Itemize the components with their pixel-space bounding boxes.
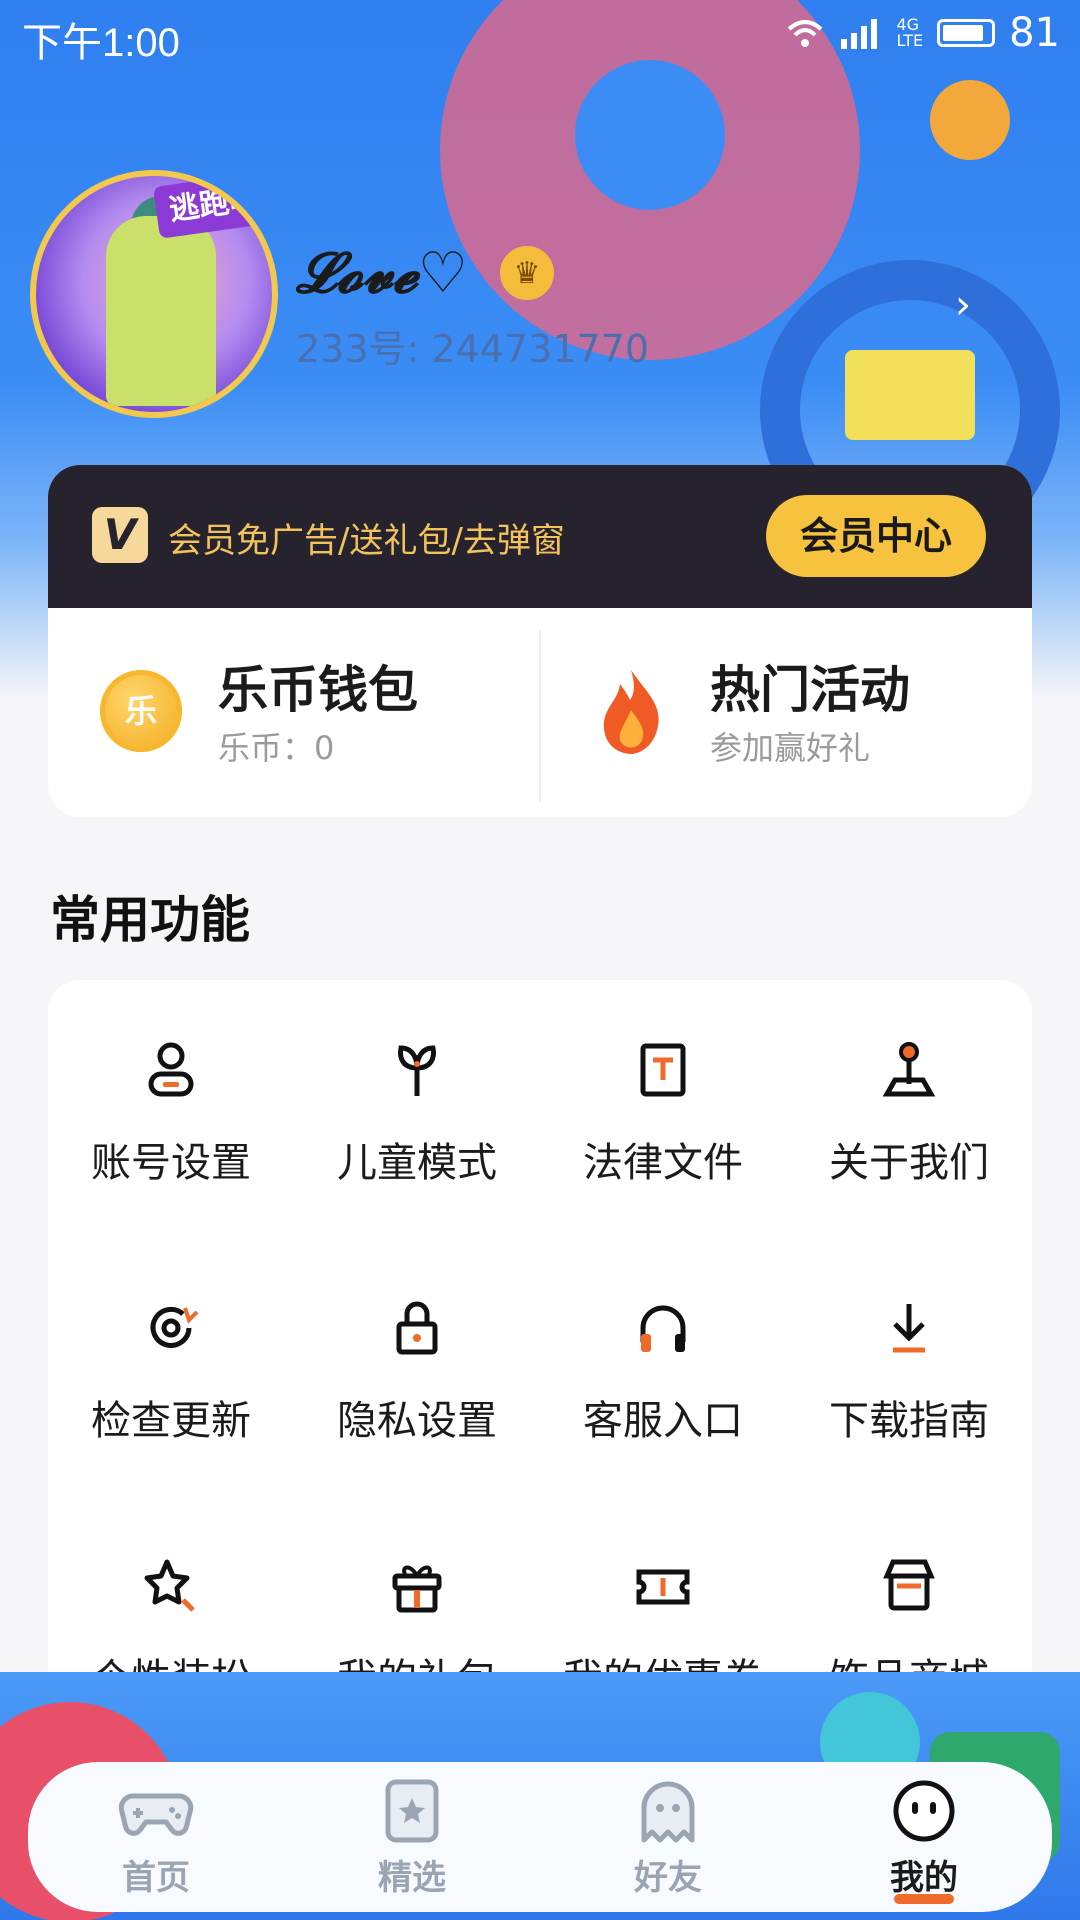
function-label: 检查更新: [91, 1398, 251, 1444]
function-legal-docs[interactable]: 法律文件: [540, 1020, 786, 1278]
star-bookmark-icon: [385, 1779, 439, 1843]
status-icons: 4G LTE 81: [785, 10, 1060, 56]
refresh-icon: [150, 1306, 199, 1348]
star-icon: [144, 1559, 195, 1612]
wallet-title: 乐币钱包: [218, 661, 418, 719]
wallet-balance: 乐币：0: [218, 729, 335, 767]
ghost-icon: [641, 1781, 695, 1843]
vip-bar[interactable]: V 会员免广告/送礼包/去弹窗 会员中心: [48, 465, 1032, 608]
activity-title: 热门活动: [710, 661, 910, 719]
ticket-icon: [636, 1569, 690, 1605]
signal-icon: [840, 19, 877, 49]
lte-icon: 4G LTE: [896, 15, 924, 50]
activity-entry[interactable]: 热门活动 参加赢好礼: [540, 608, 1032, 817]
battery-icon: [937, 19, 996, 47]
battery-level: 81: [1009, 10, 1060, 56]
functions-card: 账号设置 儿童模式 法律文件 关于我们 检查更新 隐私设置 客服入口 下载指南: [48, 980, 1032, 1740]
tab-label: 首页: [122, 1858, 190, 1898]
vip-center-button[interactable]: 会员中心: [766, 495, 986, 577]
smiley-icon: [893, 1780, 955, 1842]
section-title: 常用功能: [50, 891, 250, 949]
flame-icon: [603, 670, 659, 754]
donut-hole-decoration: [575, 60, 725, 210]
gift-icon: [392, 1565, 442, 1613]
tab-friends[interactable]: 好友: [540, 1762, 796, 1912]
bottom-tab-bar: 首页 精选 好友 我的: [28, 1762, 1052, 1912]
user-icon: [148, 1042, 194, 1097]
vip-logo-icon: V: [92, 507, 148, 563]
function-kids-mode[interactable]: 儿童模式: [294, 1020, 540, 1278]
avatar-figure: [106, 216, 216, 406]
wallet-entry[interactable]: 乐 乐币钱包 乐币：0: [48, 608, 540, 817]
functions-grid: 账号设置 儿童模式 法律文件 关于我们 检查更新 隐私设置 客服入口 下载指南: [48, 1020, 1032, 1740]
function-account-settings[interactable]: 账号设置: [48, 1020, 294, 1278]
tab-home[interactable]: 首页: [28, 1762, 284, 1912]
function-label: 账号设置: [91, 1140, 251, 1186]
function-privacy[interactable]: 隐私设置: [294, 1278, 540, 1536]
headphones-icon: [640, 1305, 686, 1352]
function-label: 客服入口: [583, 1398, 743, 1444]
download-icon: [893, 1304, 925, 1353]
status-bar: 下午1:00 4G LTE 81: [0, 0, 1080, 66]
tab-featured[interactable]: 精选: [284, 1762, 540, 1912]
tab-label: 好友: [634, 1858, 702, 1898]
function-label: 儿童模式: [337, 1140, 497, 1186]
function-label: 法律文件: [583, 1140, 743, 1186]
avatar[interactable]: 逃跑吧!: [30, 170, 278, 418]
coin-icon: 乐: [100, 670, 182, 752]
pinball-decoration: [845, 350, 975, 440]
function-check-update[interactable]: 检查更新: [48, 1278, 294, 1536]
user-id: 233号: 244731770: [296, 327, 650, 371]
tab-mine[interactable]: 我的: [796, 1762, 1052, 1912]
username[interactable]: 𝓛𝓸𝓿𝓮♡: [296, 240, 468, 307]
vip-card: V 会员免广告/送礼包/去弹窗 会员中心 乐 乐币钱包 乐币：0 热门活动 参加…: [48, 465, 1032, 817]
vip-crown-icon: ♛: [500, 246, 554, 300]
divider: [539, 630, 541, 802]
function-about-us[interactable]: 关于我们: [786, 1020, 1032, 1278]
function-label: 关于我们: [829, 1140, 989, 1186]
chevron-right-icon[interactable]: ›: [955, 282, 971, 328]
document-icon: [640, 1043, 686, 1097]
function-label: 下载指南: [829, 1398, 989, 1444]
activity-sub: 参加赢好礼: [710, 729, 871, 767]
shop-icon: [883, 1559, 935, 1611]
sprout-icon: [398, 1045, 436, 1096]
lock-icon: [396, 1301, 438, 1355]
wifi-icon: [787, 20, 822, 47]
tab-label: 精选: [378, 1858, 446, 1898]
gamepad-icon: [118, 1793, 194, 1836]
vip-promo-text: 会员免广告/送礼包/去弹窗: [168, 521, 565, 561]
function-label: 隐私设置: [337, 1398, 497, 1444]
badge-decoration: [930, 80, 1010, 160]
function-customer-service[interactable]: 客服入口: [540, 1278, 786, 1536]
joystick-icon: [882, 1042, 936, 1097]
avatar-tag: 逃跑吧!: [153, 176, 272, 239]
status-time: 下午1:00: [22, 21, 180, 65]
active-tab-indicator: [894, 1894, 954, 1904]
function-download-guide[interactable]: 下载指南: [786, 1278, 1032, 1536]
tab-label: 我的: [890, 1858, 958, 1898]
